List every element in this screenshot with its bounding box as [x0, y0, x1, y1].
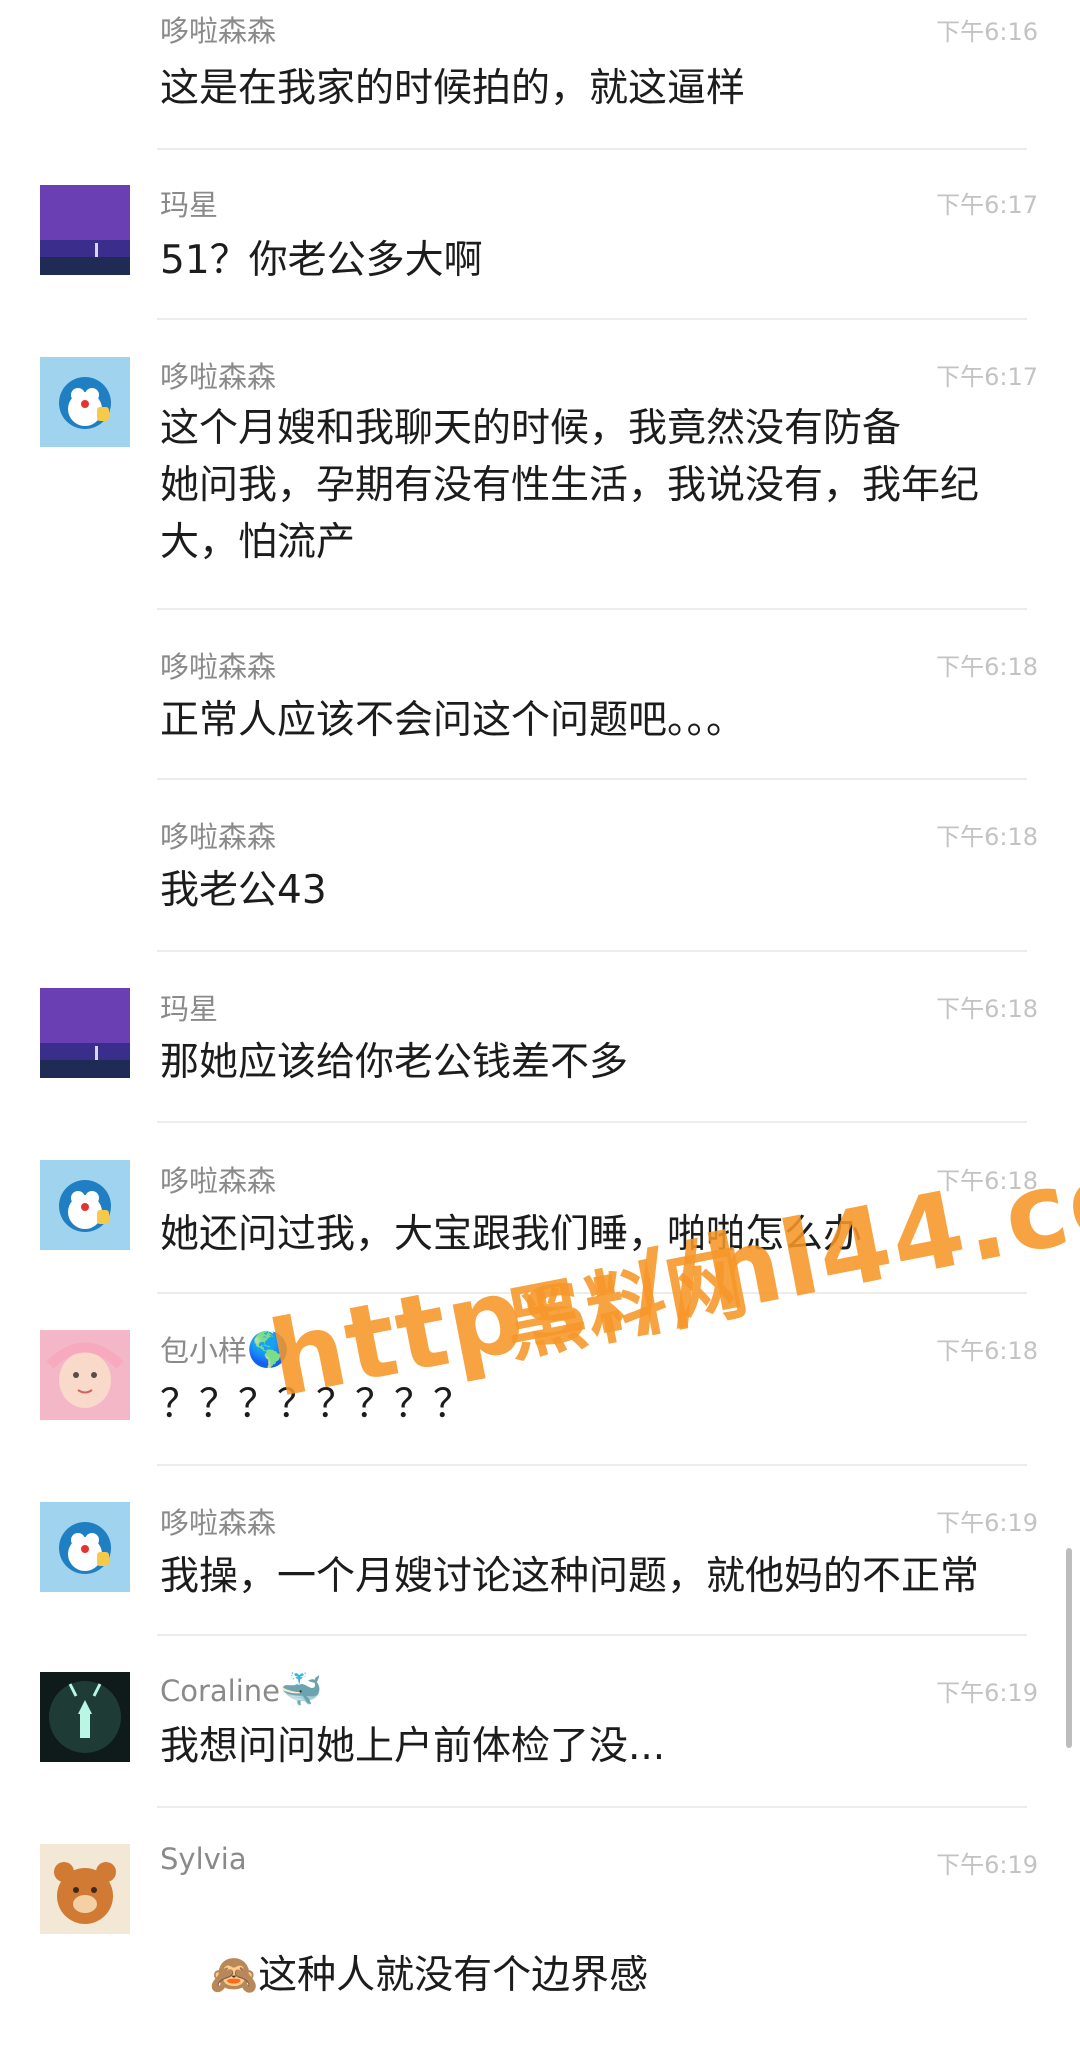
message-text: 正常人应该不会问这个问题吧。。。 — [160, 698, 746, 743]
message-text: 🙈这种人就没有个边界感 — [160, 1890, 1030, 2061]
sender-name: 哆啦森森 — [160, 360, 277, 394]
message-divider — [157, 1464, 1027, 1466]
sender-name-text: Coraline — [160, 1674, 281, 1708]
purple-landscape-avatar[interactable] — [40, 185, 130, 275]
message-divider — [157, 1121, 1027, 1123]
sender-name: 玛星 — [160, 992, 219, 1026]
message-text-content: 这种人就没有个边界感 — [258, 1953, 649, 1998]
message-text: ？？？？？？？？ — [160, 1382, 473, 1427]
globe-icon: 🌎 — [247, 1330, 290, 1370]
scrollbar[interactable] — [1066, 1548, 1072, 1748]
whale-icon: 🐳 — [280, 1670, 323, 1710]
message-divider — [157, 778, 1027, 780]
sender-name: 哆啦森森 — [160, 1164, 277, 1198]
sender-name-text: 包小样 — [160, 1334, 248, 1368]
doraemon-avatar[interactable] — [40, 1502, 130, 1592]
sender-name: 玛星 — [160, 188, 219, 222]
doraemon-avatar[interactable] — [40, 357, 130, 447]
purple-landscape-avatar[interactable] — [40, 988, 130, 1078]
message-time: 下午6:19 — [936, 1509, 1038, 1537]
sender-name: 哆啦森森 — [160, 14, 277, 48]
message-divider — [157, 608, 1027, 610]
sender-name: Coraline🐳 — [160, 1670, 322, 1710]
message-time: 下午6:19 — [936, 1679, 1038, 1707]
message-text: 这是在我家的时候拍的，就这逼样 — [160, 66, 746, 111]
bear-avatar[interactable] — [40, 1844, 130, 1934]
message-time: 下午6:19 — [936, 1851, 1038, 1879]
message-text: 这个月嫂和我聊天的时候，我竟然没有防备 她问我，孕期有没有性生活，我说没有，我年… — [160, 406, 980, 565]
message-divider — [157, 1292, 1027, 1294]
message-divider — [157, 148, 1027, 150]
message-time: 下午6:16 — [936, 18, 1038, 46]
message-divider — [157, 1634, 1027, 1636]
message-text: 我想问问她上户前体检了没... — [160, 1724, 666, 1769]
sender-name: 哆啦森森 — [160, 650, 277, 684]
message-text: 我老公43 — [160, 868, 327, 913]
sender-name: 哆啦森森 — [160, 1506, 277, 1540]
message-divider — [157, 950, 1027, 952]
sender-name: 包小样🌎 — [160, 1328, 289, 1370]
message-time: 下午6:18 — [936, 995, 1038, 1023]
message-time: 下午6:17 — [936, 363, 1038, 391]
message-text: 那她应该给你老公钱差不多 — [160, 1040, 629, 1085]
see-no-evil-monkey-icon: 🙈 — [209, 1953, 259, 1998]
message-time: 下午6:18 — [936, 1337, 1038, 1365]
message-divider — [157, 1806, 1027, 1808]
message-text: 她还问过我，大宝跟我们睡，啪啪怎么办 — [160, 1212, 863, 1257]
baby-avatar[interactable] — [40, 1330, 130, 1420]
message-time: 下午6:18 — [936, 1167, 1038, 1195]
doraemon-avatar[interactable] — [40, 1160, 130, 1250]
message-text: 51？你老公多大啊 — [160, 238, 483, 283]
sender-name: Sylvia — [160, 1842, 247, 1876]
message-time: 下午6:18 — [936, 823, 1038, 851]
message-text: 我操，一个月嫂讨论这种问题，就他妈的不正常 — [160, 1554, 980, 1599]
message-divider — [157, 318, 1027, 320]
deer-avatar[interactable] — [40, 1672, 130, 1762]
message-time: 下午6:18 — [936, 653, 1038, 681]
message-time: 下午6:17 — [936, 191, 1038, 219]
sender-name: 哆啦森森 — [160, 820, 277, 854]
